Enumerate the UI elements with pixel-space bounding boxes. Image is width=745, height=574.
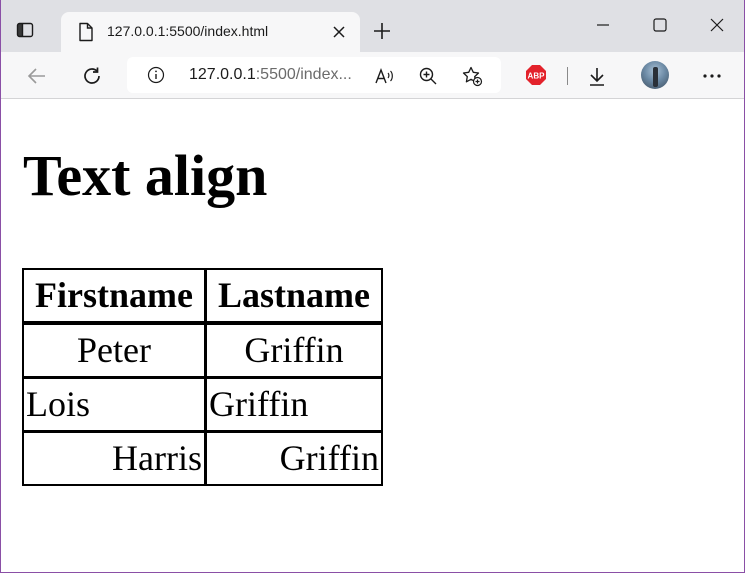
refresh-icon[interactable] bbox=[80, 64, 104, 88]
table-row: Peter Griffin bbox=[22, 323, 383, 377]
minimize-icon[interactable] bbox=[592, 14, 614, 36]
adblock-icon[interactable]: ABP bbox=[525, 64, 547, 86]
table-row: Lois Griffin bbox=[22, 377, 383, 431]
browser-tab[interactable]: 127.0.0.1:5500/index.html bbox=[61, 12, 360, 52]
table-row: Harris Griffin bbox=[22, 431, 383, 486]
more-icon[interactable] bbox=[700, 64, 724, 88]
page-title: Text align bbox=[23, 143, 268, 208]
file-icon bbox=[77, 22, 95, 42]
cell-lastname: Griffin bbox=[205, 431, 383, 486]
page-content: Text align Firstname Lastname Peter Grif… bbox=[1, 99, 744, 572]
column-header-firstname: Firstname bbox=[22, 268, 205, 323]
tab-actions-icon[interactable] bbox=[15, 20, 35, 40]
download-icon[interactable] bbox=[585, 64, 609, 88]
cell-firstname: Harris bbox=[22, 431, 205, 486]
cell-firstname: Peter bbox=[22, 323, 205, 377]
tab-strip: 127.0.0.1:5500/index.html bbox=[1, 0, 744, 52]
address-toolbar: 127.0.0.1:5500/index... ABP bbox=[1, 52, 744, 99]
cell-firstname: Lois bbox=[22, 377, 205, 431]
svg-text:ABP: ABP bbox=[528, 72, 546, 81]
favorites-add-icon[interactable] bbox=[461, 65, 483, 87]
cell-lastname: Griffin bbox=[205, 323, 383, 377]
table-header-row: Firstname Lastname bbox=[22, 268, 383, 323]
back-icon[interactable] bbox=[25, 64, 49, 88]
read-aloud-icon[interactable] bbox=[373, 65, 395, 87]
address-bar[interactable]: 127.0.0.1:5500/index... bbox=[127, 57, 501, 93]
toolbar-divider bbox=[567, 67, 568, 85]
window-close-icon[interactable] bbox=[706, 14, 728, 36]
plus-icon[interactable] bbox=[371, 20, 393, 42]
browser-window: 127.0.0.1:5500/index.html 127.0.0.1:5500… bbox=[0, 0, 745, 573]
cell-lastname: Griffin bbox=[205, 377, 383, 431]
column-header-lastname: Lastname bbox=[205, 268, 383, 323]
info-icon[interactable] bbox=[147, 66, 165, 84]
close-icon[interactable] bbox=[331, 24, 347, 40]
address-url[interactable]: 127.0.0.1:5500/index... bbox=[189, 66, 352, 84]
tab-title: 127.0.0.1:5500/index.html bbox=[107, 23, 269, 39]
names-table: Firstname Lastname Peter Griffin Lois Gr… bbox=[22, 268, 383, 486]
avatar[interactable] bbox=[641, 61, 669, 89]
url-host: 127.0.0.1 bbox=[189, 66, 256, 83]
maximize-icon[interactable] bbox=[649, 14, 671, 36]
zoom-icon[interactable] bbox=[417, 65, 439, 87]
url-path: :5500/index... bbox=[255, 66, 352, 83]
